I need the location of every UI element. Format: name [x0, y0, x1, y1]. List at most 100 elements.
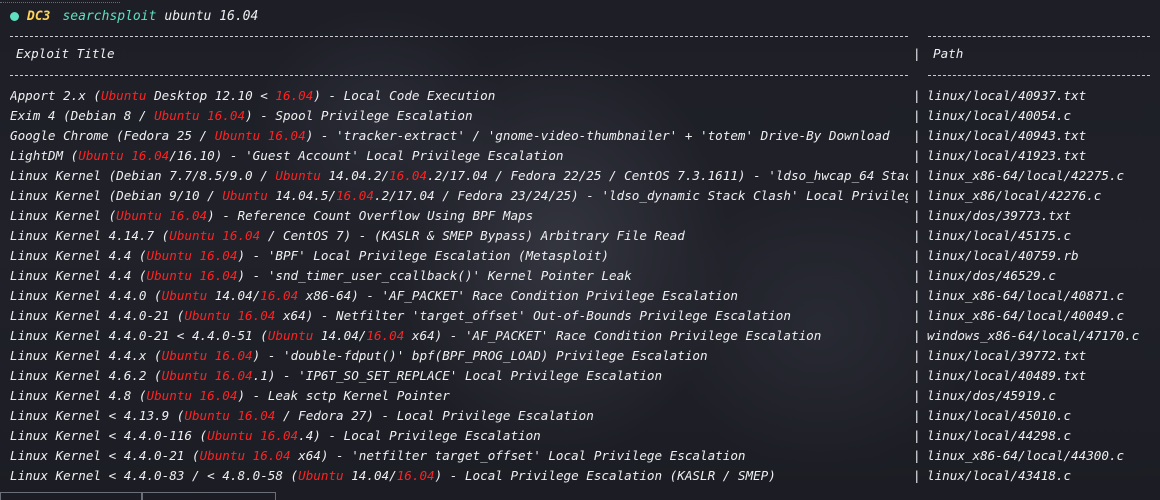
exploit-path: linux/local/40937.txt — [927, 88, 1087, 103]
exploit-title-text: x64) - Netfilter 'target_offset' Out-of-… — [275, 308, 791, 323]
path-header: Path — [933, 46, 964, 61]
prompt-status-dot-icon — [10, 11, 19, 21]
exploit-title-text: Linux Kernel < 4.4.0-83 / < 4.8.0-58 ( — [10, 468, 299, 483]
exploit-title: LightDM (Ubuntu 16.04/16.10) - 'Guest Ac… — [10, 146, 564, 166]
exploit-title: Linux Kernel < 4.4.0-21 (Ubuntu 16.04 x6… — [10, 446, 746, 466]
result-row: Linux Kernel 4.4 (Ubuntu 16.04) - 'snd_t… — [0, 266, 1160, 286]
column-separator: | — [913, 268, 921, 283]
exploit-results-list: Apport 2.x (Ubuntu Desktop 12.10 < 16.04… — [0, 86, 1160, 486]
exploit-title-text: Linux Kernel ( — [10, 208, 117, 223]
result-row: Apport 2.x (Ubuntu Desktop 12.10 < 16.04… — [0, 86, 1160, 106]
prompt-arguments: ubuntu 16.04 — [164, 8, 259, 24]
header-divider-bottom-right — [928, 75, 1150, 76]
exploit-path: linux/dos/45919.c — [927, 388, 1056, 403]
result-row: Linux Kernel 4.6.2 (Ubuntu 16.04.1) - 'I… — [0, 366, 1160, 386]
column-separator: | — [913, 448, 921, 463]
exploit-path: linux/local/39772.txt — [927, 348, 1087, 363]
exploit-title-text: / Fedora 27) - Local Privilege Escalatio… — [275, 408, 594, 423]
tab-left[interactable] — [0, 492, 142, 500]
exploit-title-text: Linux Kernel < 4.13.9 ( — [10, 408, 185, 423]
exploit-title-text: 14.04.2/ — [320, 168, 390, 183]
exploit-title-text: ) - 'snd_timer_user_ccallback()' Kernel … — [237, 268, 632, 283]
exploit-title-text: Linux Kernel 4.4.0 ( — [10, 288, 162, 303]
exploit-title-text: x64) - 'netfilter target_offset' Local P… — [290, 448, 746, 463]
result-row: Linux Kernel 4.8 (Ubuntu 16.04) - Leak s… — [0, 386, 1160, 406]
exploit-path: linux/local/43418.c — [927, 468, 1072, 483]
search-match-highlight: Ubuntu 16.04 — [146, 248, 238, 263]
result-row: Exim 4 (Debian 8 / Ubuntu 16.04) - Spool… — [0, 106, 1160, 126]
exploit-title-text: x64) - 'AF_PACKET' Race Condition Privil… — [404, 328, 822, 343]
exploit-title-text: Desktop 12.10 < — [146, 88, 276, 103]
exploit-title-text: .4) - Local Privilege Escalation — [298, 428, 541, 443]
result-row: Linux Kernel 4.14.7 (Ubuntu 16.04 / Cent… — [0, 226, 1160, 246]
exploit-path: linux/local/45175.c — [927, 228, 1072, 243]
result-row: Linux Kernel 4.4.0-21 (Ubuntu 16.04 x64)… — [0, 306, 1160, 326]
search-match-highlight: 16.04 — [336, 188, 374, 203]
column-separator: | — [913, 46, 921, 61]
column-separator: | — [913, 368, 921, 383]
result-row: Linux Kernel < 4.4.0-116 (Ubuntu 16.04.4… — [0, 426, 1160, 446]
column-separator: | — [913, 128, 921, 143]
exploit-path: linux/local/40759.rb — [927, 248, 1079, 263]
column-separator: | — [913, 468, 921, 483]
tab-active[interactable] — [142, 492, 276, 500]
search-match-highlight: Ubuntu 16.04 — [78, 148, 170, 163]
header-divider-bottom-left — [10, 75, 908, 76]
search-match-highlight: Ubuntu — [101, 88, 147, 103]
header-divider-top-left — [10, 36, 908, 37]
search-match-highlight: Ubuntu 16.04 — [199, 448, 291, 463]
exploit-title-text: ) - Spool Privilege Escalation — [245, 108, 473, 123]
search-match-highlight: 16.04 — [389, 168, 428, 183]
search-match-highlight: Ubuntu — [275, 168, 321, 183]
exploit-title: Google Chrome (Fedora 25 / Ubuntu 16.04)… — [10, 126, 890, 146]
exploit-title: Linux Kernel 4.8 (Ubuntu 16.04) - Leak s… — [10, 386, 450, 406]
exploit-title-text: Linux Kernel 4.4 ( — [10, 268, 147, 283]
exploit-path: linux_x86-64/local/44300.c — [927, 448, 1125, 463]
exploit-path: linux/local/41923.txt — [927, 148, 1087, 163]
previous-line-remnant — [0, 0, 120, 3]
terminal-output[interactable]: DC3 searchsploit ubuntu 16.04 Exploit Ti… — [0, 0, 1160, 500]
prompt-hostname: DC3 — [27, 8, 51, 24]
exploit-title-text: ) - 'tracker-extract' / 'gnome-video-thu… — [305, 128, 890, 143]
exploit-path: linux_x86-64/local/40049.c — [927, 308, 1125, 323]
exploit-title-text: Linux Kernel 4.4.0-21 ( — [10, 308, 185, 323]
result-row: Linux Kernel (Debian 9/10 / Ubuntu 14.04… — [0, 186, 1160, 206]
result-row: Linux Kernel 4.4.0 (Ubuntu 14.04/16.04 x… — [0, 286, 1160, 306]
header-divider-top-right — [928, 36, 1150, 37]
exploit-title-text: Linux Kernel < 4.4.0-116 ( — [10, 428, 208, 443]
search-match-highlight: Ubuntu 16.04 — [184, 408, 276, 423]
exploit-title: Exim 4 (Debian 8 / Ubuntu 16.04) - Spool… — [10, 106, 473, 126]
tab-bar — [0, 492, 1160, 500]
exploit-title-text: Linux Kernel 4.4.x ( — [10, 348, 162, 363]
exploit-title-text: 14.04/ — [343, 468, 397, 483]
column-separator: | — [913, 308, 921, 323]
exploit-title-text: 14.04/ — [313, 328, 367, 343]
exploit-path: windows_x86-64/local/47170.c — [927, 328, 1140, 343]
search-match-highlight: 16.04 — [366, 328, 405, 343]
column-separator: | — [913, 168, 921, 183]
search-match-highlight: Ubuntu 16.04 — [154, 108, 246, 123]
exploit-title: Linux Kernel 4.4 (Ubuntu 16.04) - 'BPF' … — [10, 246, 609, 266]
result-row: Linux Kernel 4.4.0-21 < 4.4.0-51 (Ubuntu… — [0, 326, 1160, 346]
search-match-highlight: Ubuntu 16.04 — [184, 308, 276, 323]
exploit-title: Linux Kernel 4.4.0-21 < 4.4.0-51 (Ubuntu… — [10, 326, 821, 346]
column-separator: | — [913, 248, 921, 263]
exploit-title: Linux Kernel < 4.4.0-83 / < 4.8.0-58 (Ub… — [10, 466, 776, 486]
results-header: Exploit Title | Path — [0, 46, 1160, 64]
exploit-title-text: .2/17.04 / Fedora 23/24/25) - 'ldso_dyna… — [373, 188, 908, 203]
exploit-title-text: Google Chrome (Fedora 25 / — [10, 128, 215, 143]
search-match-highlight: Ubuntu — [222, 188, 268, 203]
exploit-title-text: Linux Kernel 4.14.7 ( — [10, 228, 170, 243]
search-match-highlight: Ubuntu 16.04 — [161, 368, 253, 383]
result-row: LightDM (Ubuntu 16.04/16.10) - 'Guest Ac… — [0, 146, 1160, 166]
exploit-title-text: ) - 'double-fdput()' bpf(BPF_PROG_LOAD) … — [252, 348, 708, 363]
result-row: Linux Kernel 4.4 (Ubuntu 16.04) - 'BPF' … — [0, 246, 1160, 266]
search-match-highlight: Ubuntu — [267, 328, 314, 343]
search-match-highlight: Ubuntu 16.04 — [146, 388, 238, 403]
result-row: Linux Kernel (Ubuntu 16.04) - Reference … — [0, 206, 1160, 226]
exploit-title-text: ) - Local Code Execution — [313, 88, 496, 103]
column-separator: | — [913, 108, 921, 123]
search-match-highlight: Ubuntu 16.04 — [207, 428, 299, 443]
exploit-title: Linux Kernel (Debian 9/10 / Ubuntu 14.04… — [10, 186, 908, 206]
exploit-title: Linux Kernel < 4.4.0-116 (Ubuntu 16.04.4… — [10, 426, 541, 446]
